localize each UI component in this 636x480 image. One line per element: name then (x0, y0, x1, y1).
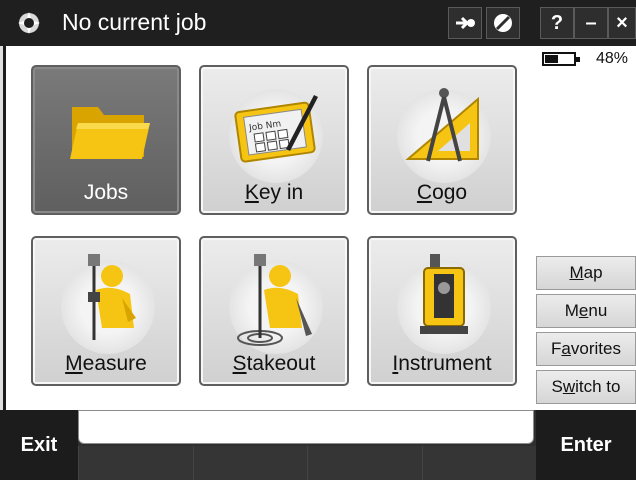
total-station-icon (420, 254, 468, 334)
app-logo-icon[interactable] (16, 10, 42, 36)
compass-triangle-icon (405, 88, 479, 162)
main-menu-area: Jobs Job Nm Key in Cogo Measure Stakeout… (0, 46, 534, 410)
cogo-label: Cogo (416, 181, 468, 204)
prohibited-icon (494, 14, 512, 32)
help-icon: ? (550, 11, 564, 34)
key-in-tile[interactable]: Job Nm Key in (199, 65, 349, 215)
switch-to-button[interactable]: Sw itch to (536, 370, 636, 404)
stakeout-tile[interactable]: Stakeout (199, 236, 349, 386)
status-panel: 48% Map Me nu Fa vorites Sw itch to (534, 46, 636, 410)
help-button[interactable]: ? (540, 7, 574, 39)
stakeout-surveyor-icon (237, 254, 312, 346)
measure-label: Measure (65, 352, 147, 375)
bottom-bar: Exit Enter (0, 410, 636, 480)
stakeout-label: Stakeout (232, 352, 316, 375)
instrument-tile[interactable]: Instrument (367, 236, 517, 386)
softkey-4[interactable] (421, 446, 536, 480)
softkey-2[interactable] (192, 446, 307, 480)
softkey-row (78, 446, 536, 480)
minimize-button[interactable]: – (574, 7, 608, 39)
window-title: No current job (62, 9, 207, 35)
exit-button[interactable]: Exit (0, 410, 78, 480)
battery-percent: 48% (596, 50, 629, 67)
status-line (78, 410, 534, 444)
folder-icon (70, 107, 150, 159)
instrument-label: Instrument (392, 352, 492, 375)
key-in-label: Key in (244, 181, 304, 204)
menu-button[interactable]: Me nu (536, 294, 636, 328)
login-button[interactable] (448, 7, 482, 39)
enter-button[interactable]: Enter (536, 410, 636, 480)
softkey-3[interactable] (307, 446, 422, 480)
map-button[interactable]: Map (536, 256, 636, 290)
jobs-tile[interactable]: Jobs (31, 65, 181, 215)
close-icon: × (616, 11, 628, 34)
title-bar: No current job ? – × (0, 0, 636, 46)
no-connection-button[interactable] (486, 7, 520, 39)
surveyor-icon (88, 254, 136, 340)
keypad-icon: Job Nm (234, 95, 318, 163)
cogo-tile[interactable]: Cogo (367, 65, 517, 215)
jobs-label: Jobs (83, 181, 129, 204)
measure-tile[interactable]: Measure (31, 236, 181, 386)
tile-grid: Jobs Job Nm Key in Cogo Measure Stakeout… (6, 46, 534, 410)
login-arrow-icon (456, 16, 475, 30)
favorites-button[interactable]: Fa vorites (536, 332, 636, 366)
close-button[interactable]: × (608, 7, 636, 39)
softkey-1[interactable] (78, 446, 193, 480)
battery-icon (542, 52, 580, 66)
minimize-icon: – (585, 11, 597, 34)
